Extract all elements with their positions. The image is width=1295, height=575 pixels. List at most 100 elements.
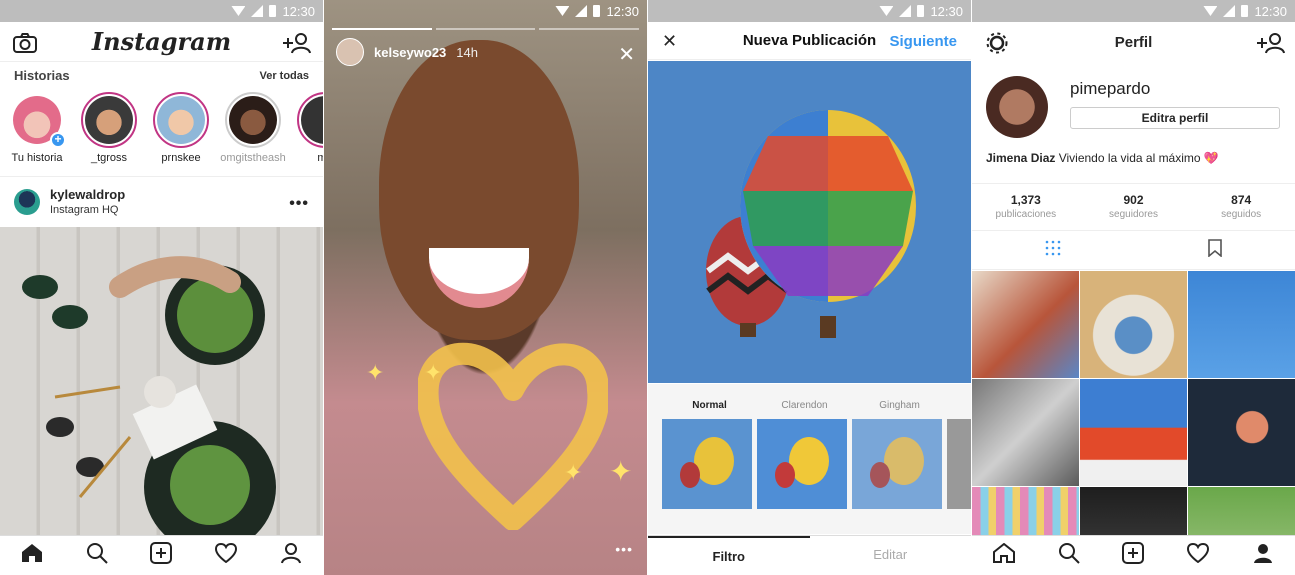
feed-header: Instagram bbox=[0, 22, 323, 62]
filter-normal[interactable]: Normal bbox=[662, 400, 757, 411]
stat-label: publicaciones bbox=[995, 209, 1057, 220]
battery-icon bbox=[917, 5, 925, 17]
home-icon[interactable] bbox=[993, 542, 1016, 568]
story-item[interactable]: mo bbox=[296, 92, 323, 164]
battery-icon bbox=[269, 5, 277, 17]
more-options-icon[interactable]: ••• bbox=[615, 541, 633, 557]
feed-screen: 12:30 Instagram Historias Ver todas + Tu… bbox=[0, 0, 323, 575]
story-name: Tu historia bbox=[11, 152, 63, 164]
stat-value: 874 bbox=[1231, 193, 1252, 207]
bottom-nav bbox=[0, 535, 323, 575]
status-bar: 12:30 bbox=[648, 0, 971, 22]
grid-photo[interactable] bbox=[1188, 379, 1295, 486]
page-title: Nueva Publicación bbox=[742, 32, 877, 49]
story-name: _tgross bbox=[90, 152, 128, 164]
edit-profile-button[interactable]: Editra perfil bbox=[1070, 107, 1280, 129]
post-location[interactable]: Instagram HQ bbox=[50, 204, 125, 216]
grid-photo[interactable] bbox=[1080, 271, 1187, 378]
photo-preview[interactable] bbox=[648, 61, 971, 383]
post-image[interactable] bbox=[0, 227, 323, 536]
camera-icon[interactable] bbox=[12, 30, 38, 56]
progress-segment bbox=[332, 28, 432, 30]
filter-thumb[interactable] bbox=[852, 419, 942, 509]
avatar bbox=[157, 96, 205, 144]
signal-icon bbox=[1223, 5, 1236, 17]
filter-clarendon[interactable]: Clarendon bbox=[757, 400, 852, 411]
add-post-icon[interactable] bbox=[150, 542, 173, 569]
add-user-icon[interactable] bbox=[1255, 30, 1285, 56]
grid-photo[interactable] bbox=[972, 271, 1079, 378]
filter-gingham[interactable]: Gingham bbox=[852, 400, 947, 411]
sparkle-icon: ✦ bbox=[609, 456, 633, 487]
sparkle-icon: ✦ bbox=[564, 460, 583, 485]
close-icon[interactable]: ✕ bbox=[662, 31, 677, 52]
post-username[interactable]: kylewaldrop bbox=[50, 187, 125, 202]
stories-tray: + Tu historia _tgross prnskee omgitsthea… bbox=[8, 92, 323, 164]
filter-thumbnails bbox=[662, 419, 971, 509]
stat-posts: 1,373 publicaciones bbox=[972, 184, 1080, 230]
story-username: kelseywo23 bbox=[374, 44, 447, 60]
add-user-icon[interactable] bbox=[281, 30, 311, 56]
progress-segment bbox=[539, 28, 640, 30]
instagram-logo: Instagram bbox=[91, 27, 232, 56]
profile-stats: 1,373 publicaciones 902 seguidores 874 s… bbox=[972, 183, 1295, 231]
bio-text: Viviendo la vida al máximo 💖 bbox=[1058, 151, 1219, 165]
grid-photo[interactable] bbox=[1188, 271, 1295, 378]
story-item[interactable]: + Tu historia bbox=[8, 92, 66, 164]
add-post-icon[interactable] bbox=[1122, 542, 1145, 569]
see-all-link[interactable]: Ver todas bbox=[259, 70, 309, 83]
profile-bio: Jimena Diaz Viviendo la vida al máximo 💖 bbox=[986, 151, 1219, 165]
heart-icon[interactable] bbox=[1187, 542, 1210, 568]
heart-drawing bbox=[418, 342, 608, 530]
grid-photo[interactable] bbox=[1080, 379, 1187, 486]
sparkle-icon: ✦ bbox=[424, 360, 443, 385]
stat-value: 902 bbox=[1123, 193, 1144, 207]
avatar[interactable] bbox=[14, 188, 40, 215]
stories-title: Historias bbox=[14, 68, 70, 83]
profile-icon[interactable] bbox=[280, 542, 302, 569]
stat-label: seguidos bbox=[1221, 209, 1262, 220]
next-button[interactable]: Siguiente bbox=[889, 33, 957, 50]
add-story-icon[interactable]: + bbox=[50, 132, 66, 148]
battery-icon bbox=[593, 5, 601, 17]
heart-icon[interactable] bbox=[215, 542, 238, 568]
story-item[interactable]: prnskee bbox=[152, 92, 210, 164]
filter-thumb[interactable] bbox=[947, 419, 971, 509]
home-icon[interactable] bbox=[21, 543, 43, 568]
search-icon[interactable] bbox=[1058, 542, 1080, 569]
wifi-icon bbox=[879, 6, 894, 16]
story-time: 14h bbox=[456, 44, 478, 60]
profile-screen: 12:30 Perfil pimepardo Editra perfil Jim… bbox=[972, 0, 1295, 575]
filter-thumb[interactable] bbox=[757, 419, 847, 509]
stat-followers[interactable]: 902 seguidores bbox=[1080, 184, 1188, 230]
tab-filter[interactable]: Filtro bbox=[648, 536, 810, 575]
grid-photo[interactable] bbox=[972, 379, 1079, 486]
status-time: 12:30 bbox=[930, 3, 963, 19]
tab-edit[interactable]: Editar bbox=[810, 536, 972, 575]
avatar bbox=[301, 96, 323, 144]
close-icon[interactable]: ✕ bbox=[618, 42, 635, 67]
status-bar: 12:30 bbox=[324, 0, 647, 22]
edit-tabs: Filtro Editar bbox=[648, 535, 971, 575]
more-options-icon[interactable]: ••• bbox=[289, 195, 309, 213]
filter-thumb[interactable] bbox=[662, 419, 752, 509]
profile-icon[interactable] bbox=[1252, 542, 1274, 569]
story-user[interactable]: kelseywo23 14h bbox=[336, 38, 478, 66]
bookmark-icon[interactable] bbox=[1207, 239, 1222, 262]
status-bar: 12:30 bbox=[972, 0, 1295, 22]
story-name: omgitstheash bbox=[220, 152, 286, 164]
story-screen: ✦ ✦ ✦ ✦ 12:30 kelseywo23 14h ✕ ••• bbox=[324, 0, 647, 575]
story-item[interactable]: _tgross bbox=[80, 92, 138, 164]
search-icon[interactable] bbox=[86, 542, 108, 569]
stat-following[interactable]: 874 seguidos bbox=[1187, 184, 1295, 230]
story-name: prnskee bbox=[161, 152, 201, 164]
gear-icon[interactable] bbox=[984, 30, 1010, 56]
post-header: kylewaldrop Instagram HQ ••• bbox=[0, 176, 323, 226]
avatar[interactable] bbox=[986, 76, 1048, 138]
bio-name: Jimena Diaz bbox=[986, 151, 1056, 165]
grid-icon[interactable] bbox=[1045, 240, 1061, 261]
progress-segment bbox=[435, 28, 536, 30]
wifi-icon bbox=[555, 6, 570, 16]
status-time: 12:30 bbox=[606, 3, 639, 19]
story-item[interactable]: omgitstheash bbox=[220, 92, 286, 164]
